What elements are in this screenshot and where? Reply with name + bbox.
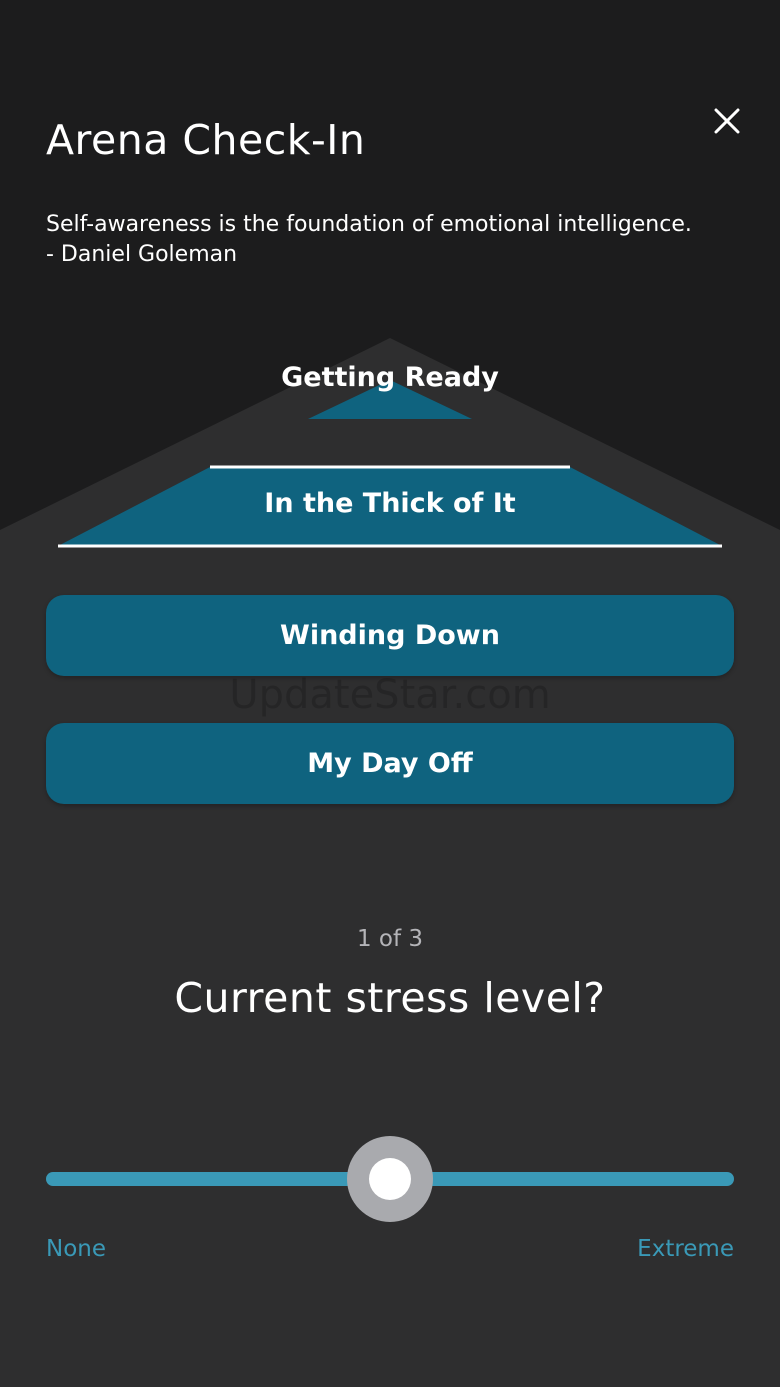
- check-in-screen: Arena Check-In Self-awareness is the fou…: [0, 0, 780, 1387]
- option-selected-label: In the Thick of It: [264, 488, 516, 519]
- slider-thumb-center: [369, 1158, 411, 1200]
- slider-min-label: None: [46, 1236, 107, 1262]
- quote: Self-awareness is the foundation of emot…: [46, 210, 746, 270]
- option-winding-down-button[interactable]: Winding Down: [46, 595, 734, 676]
- slider-max-label: Extreme: [637, 1236, 734, 1262]
- step-counter: 1 of 3: [356, 926, 424, 952]
- option-partial-label: Getting Ready: [281, 362, 499, 393]
- question-title: Current stress level?: [174, 974, 606, 1022]
- option-my-day-off-button[interactable]: My Day Off: [46, 723, 734, 804]
- quote-text: Self-awareness is the foundation of emot…: [46, 212, 692, 237]
- page-title: Arena Check-In: [46, 116, 366, 164]
- close-icon[interactable]: [708, 102, 746, 140]
- stress-slider-thumb[interactable]: [347, 1136, 433, 1222]
- quote-author: - Daniel Goleman: [46, 242, 238, 267]
